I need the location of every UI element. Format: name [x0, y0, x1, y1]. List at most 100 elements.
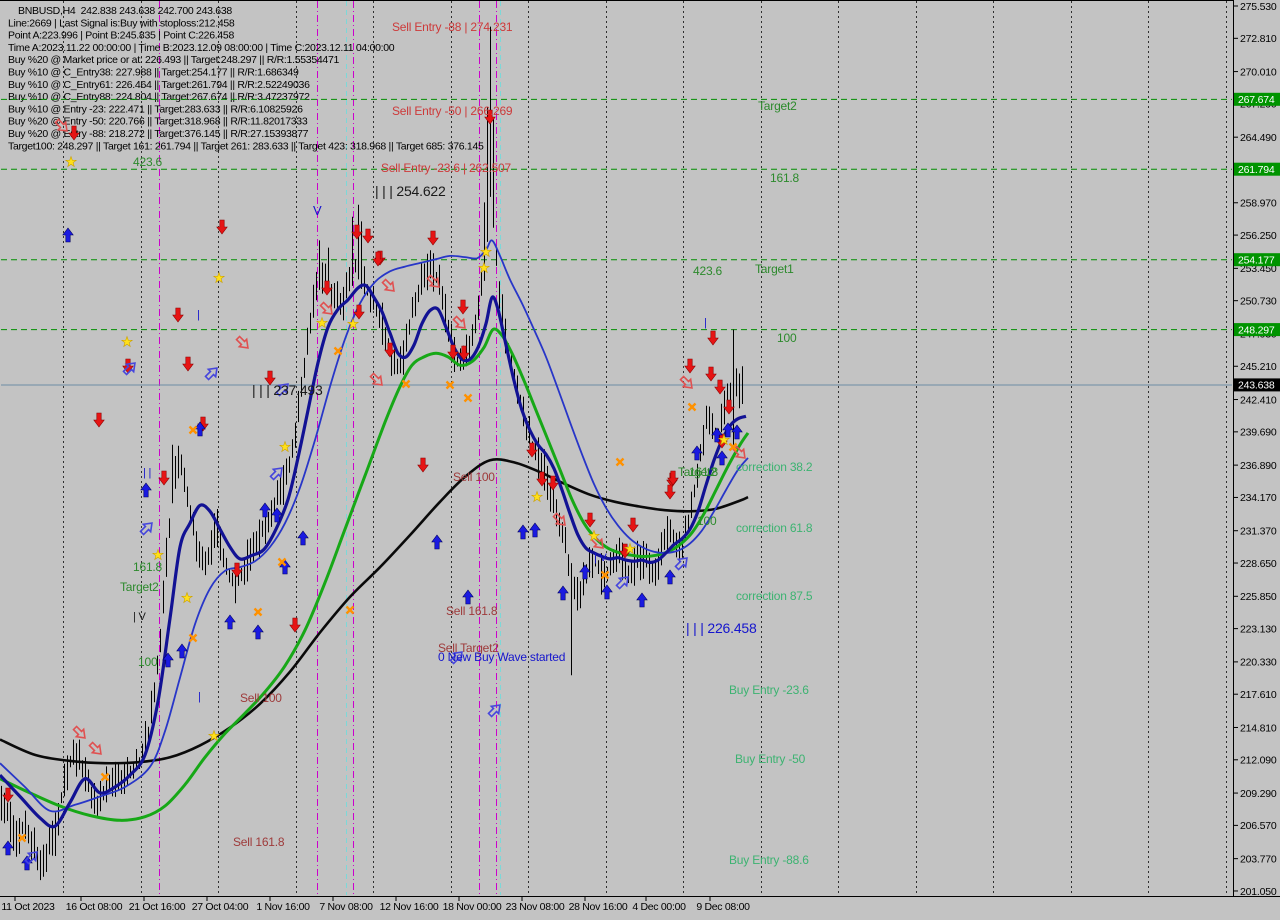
buy-arrow-icon-glyph — [140, 482, 152, 498]
price-axis-label: 242.410 — [1240, 394, 1277, 406]
price-axis-label: 272.810 — [1240, 33, 1277, 45]
buy-arrow-icon — [431, 534, 443, 550]
buy-arrow-icon-glyph — [2, 840, 14, 856]
time-axis-label: 4 Dec 00:00 — [632, 901, 686, 913]
sell-arrow-icon — [627, 517, 639, 533]
sell-arrow-icon-glyph — [417, 457, 429, 473]
chart-annotation-label: Sell 100 — [240, 691, 282, 705]
chart-annotation-label: V — [313, 203, 322, 218]
time-axis-label: 21 Oct 16:00 — [129, 901, 186, 913]
star-marker-icon-glyph — [120, 335, 134, 348]
sell-arrow-icon — [714, 379, 726, 395]
price-axis-label: 203.770 — [1240, 854, 1277, 866]
x-marker-icon — [463, 393, 473, 403]
time-axis-label: 27 Oct 04:00 — [192, 901, 249, 913]
time-axis-label: 28 Nov 16:00 — [569, 901, 628, 913]
x-marker-icon-glyph — [615, 457, 625, 467]
buy-arrow-icon — [2, 840, 14, 856]
price-axis-label: 270.010 — [1240, 66, 1277, 78]
price-axis-label: 239.690 — [1240, 427, 1277, 439]
x-marker-icon — [100, 772, 110, 782]
sell-arrow-icon-glyph — [231, 562, 243, 578]
sell-arrow-icon-glyph — [353, 304, 365, 320]
price-axis-label: 228.650 — [1240, 558, 1277, 570]
buy-arrow-icon-glyph — [636, 592, 648, 608]
chart-annotation-label: Target2 — [758, 99, 797, 113]
sell-arrow-icon-glyph — [172, 307, 184, 323]
buy-arrow-icon-glyph — [601, 584, 613, 600]
sell-arrow-icon-glyph — [714, 379, 726, 395]
star-marker-icon-glyph — [315, 316, 329, 329]
buy-arrow-icon-glyph — [579, 564, 591, 580]
buy-arrow-icon — [601, 584, 613, 600]
signal-markers-layer — [2, 109, 746, 871]
chart-annotation-label: 161.8 — [770, 171, 800, 185]
chart-annotation-label: 423.6 — [693, 264, 723, 278]
buy-arrow-icon-glyph — [529, 522, 541, 538]
buy-signal-hollow-arrow-icon-glyph — [487, 704, 501, 718]
info-line: BNBUSD,H4 242.838 243.638 242.700 243.63… — [18, 5, 232, 17]
sell-signal-hollow-arrow-icon — [88, 741, 102, 755]
sell-signal-hollow-arrow-icon-glyph — [235, 335, 249, 349]
star-marker-icon-glyph — [212, 271, 226, 284]
sell-arrow-icon-glyph — [627, 517, 639, 533]
star-marker-icon — [64, 155, 78, 168]
chart-annotation-label: Sell 161.8 — [446, 604, 498, 618]
x-marker-icon-glyph — [687, 402, 697, 412]
buy-arrow-icon — [664, 569, 676, 585]
chart-annotation-label: Buy Entry -23.6 — [729, 683, 809, 697]
buy-arrow-icon — [62, 227, 74, 243]
buy-arrow-icon-glyph — [297, 530, 309, 546]
sell-signal-hollow-arrow-icon-glyph — [88, 741, 102, 755]
sell-arrow-icon — [457, 299, 469, 315]
sell-arrow-icon-glyph — [289, 617, 301, 633]
chart-annotation-label: Sell Entry -50 | 266.269 — [392, 104, 513, 118]
x-marker-icon-glyph — [100, 772, 110, 782]
chart-annotation-label: correction 61.8 — [736, 521, 813, 535]
star-marker-icon-glyph — [180, 591, 194, 604]
info-line: Buy %10 @ C_Entry61: 226.464 || Target:2… — [8, 79, 310, 91]
chart-annotation-label: correction 87.5 — [736, 589, 813, 603]
time-axis-label: 12 Nov 16:00 — [380, 901, 439, 913]
info-line: Buy %20 @ Market price or at: 226.493 ||… — [8, 54, 339, 66]
star-marker-icon-glyph — [151, 548, 165, 561]
buy-arrow-icon-glyph — [517, 524, 529, 540]
star-marker-icon — [530, 490, 544, 503]
x-marker-icon — [188, 425, 198, 435]
buy-arrow-icon-glyph — [224, 614, 236, 630]
chart-annotation-label: Buy Entry -88.6 — [729, 853, 809, 867]
star-marker-icon — [212, 271, 226, 284]
x-marker-icon-glyph — [401, 379, 411, 389]
buy-arrow-icon-glyph — [557, 585, 569, 601]
sell-arrow-icon — [705, 366, 717, 382]
sell-arrow-icon-glyph — [705, 366, 717, 382]
sell-signal-hollow-arrow-icon — [679, 375, 693, 389]
x-marker-icon — [401, 379, 411, 389]
time-axis-label: 16 Oct 08:00 — [66, 901, 123, 913]
buy-arrow-icon — [140, 482, 152, 498]
chart-annotation-label: Sell Entry -88 | 274.231 — [392, 20, 513, 34]
sell-signal-hollow-arrow-icon — [452, 315, 466, 329]
info-line: Target100: 248.297 || Target 161: 261.79… — [8, 140, 484, 152]
sell-signal-hollow-arrow-icon — [72, 725, 86, 739]
chart-annotation-label: Sell Entry -23.6 | 262.507 — [381, 161, 512, 175]
x-marker-icon-glyph — [463, 393, 473, 403]
buy-arrow-icon — [557, 585, 569, 601]
chart-annotation-label: Target1 — [755, 262, 794, 276]
x-marker-icon — [687, 402, 697, 412]
sell-arrow-icon — [707, 330, 719, 346]
sell-arrow-icon-glyph — [664, 484, 676, 500]
x-marker-icon — [615, 457, 625, 467]
sell-arrow-icon-glyph — [684, 358, 696, 374]
price-axis-label: 236.890 — [1240, 460, 1277, 472]
price-axis-label: 264.490 — [1240, 132, 1277, 144]
chart-annotation-label: | V — [133, 611, 147, 623]
chart-annotation-label: correction 38.2 — [736, 460, 813, 474]
star-marker-icon — [180, 591, 194, 604]
buy-arrow-icon-glyph — [716, 450, 728, 466]
time-axis-label: 7 Nov 08:00 — [319, 901, 373, 913]
price-chart[interactable]: BNBUSD,H4 242.838 243.638 242.700 243.63… — [0, 0, 1280, 920]
info-line: Buy %20 @ Entry -50: 220.766 || Target:3… — [8, 116, 308, 128]
info-line: Buy %20 @ Entry -88: 218.272 || Target:3… — [8, 128, 309, 140]
sell-arrow-icon-glyph — [182, 356, 194, 372]
